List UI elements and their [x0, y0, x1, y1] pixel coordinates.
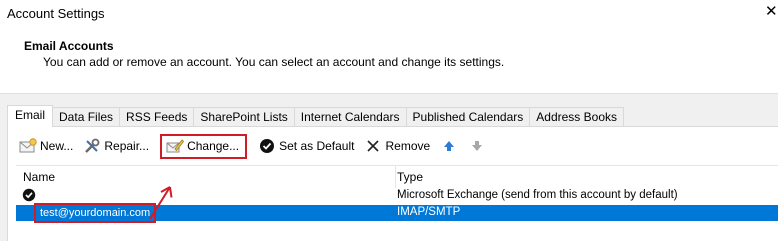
column-type-header[interactable]: Type — [397, 170, 423, 184]
change-button-label: Change... — [187, 139, 240, 153]
remove-x-icon — [367, 140, 380, 152]
tab-published-calendars[interactable]: Published Calendars — [405, 107, 531, 126]
annotation-arrow — [149, 186, 173, 220]
account-name: test@yourdomain.com — [34, 203, 157, 223]
set-default-button[interactable]: Set as Default — [255, 134, 357, 158]
new-account-icon — [19, 138, 37, 153]
window-title: Account Settings — [7, 6, 105, 21]
section-subtitle: You can add or remove an account. You ca… — [43, 55, 505, 69]
account-row-selected[interactable]: test@yourdomain.com IMAP/SMTP — [16, 203, 778, 223]
tab-address-books[interactable]: Address Books — [529, 107, 624, 126]
change-button[interactable]: Change... — [160, 133, 248, 159]
default-account-check-icon — [22, 188, 36, 202]
tab-internet-calendars[interactable]: Internet Calendars — [293, 107, 407, 126]
change-account-icon — [166, 139, 185, 153]
arrow-down-icon — [472, 141, 483, 151]
email-tab-panel: New... Repair... Change... Set as Defaul… — [7, 126, 778, 241]
move-up-button[interactable] — [437, 134, 461, 158]
repair-button[interactable]: Repair... — [80, 134, 152, 158]
tab-strip: Email Data Files RSS Feeds SharePoint Li… — [7, 105, 624, 127]
remove-button[interactable]: Remove — [361, 134, 433, 158]
tab-email[interactable]: Email — [7, 105, 54, 127]
account-type: IMAP/SMTP — [397, 206, 461, 218]
checkmark-circle-icon — [260, 139, 275, 153]
move-down-button[interactable] — [465, 134, 489, 158]
remove-button-label: Remove — [385, 139, 431, 153]
set-default-button-label: Set as Default — [279, 139, 355, 153]
title-bar: Account Settings ✕ — [0, 0, 778, 28]
new-button[interactable]: New... — [16, 134, 76, 158]
toolbar: New... Repair... Change... Set as Defaul… — [16, 133, 493, 159]
account-type: Microsoft Exchange (send from this accou… — [397, 189, 678, 201]
tab-rss-feeds[interactable]: RSS Feeds — [119, 107, 195, 126]
repair-tools-icon — [85, 138, 100, 153]
repair-button-label: Repair... — [104, 139, 150, 153]
tab-sharepoint-lists[interactable]: SharePoint Lists — [193, 107, 295, 126]
new-button-label: New... — [40, 139, 74, 153]
arrow-up-icon — [444, 141, 455, 151]
close-icon[interactable]: ✕ — [765, 4, 778, 20]
header-section: Email Accounts You can add or remove an … — [0, 28, 778, 94]
account-row[interactable]: Microsoft Exchange (send from this accou… — [16, 188, 778, 204]
dialog-body: Email Data Files RSS Feeds SharePoint Li… — [0, 94, 778, 241]
section-title: Email Accounts — [24, 39, 114, 53]
column-name-header[interactable]: Name — [23, 170, 55, 184]
tab-data-files[interactable]: Data Files — [52, 107, 121, 126]
account-list-header: Name Type — [16, 165, 778, 188]
column-divider[interactable] — [395, 166, 396, 188]
